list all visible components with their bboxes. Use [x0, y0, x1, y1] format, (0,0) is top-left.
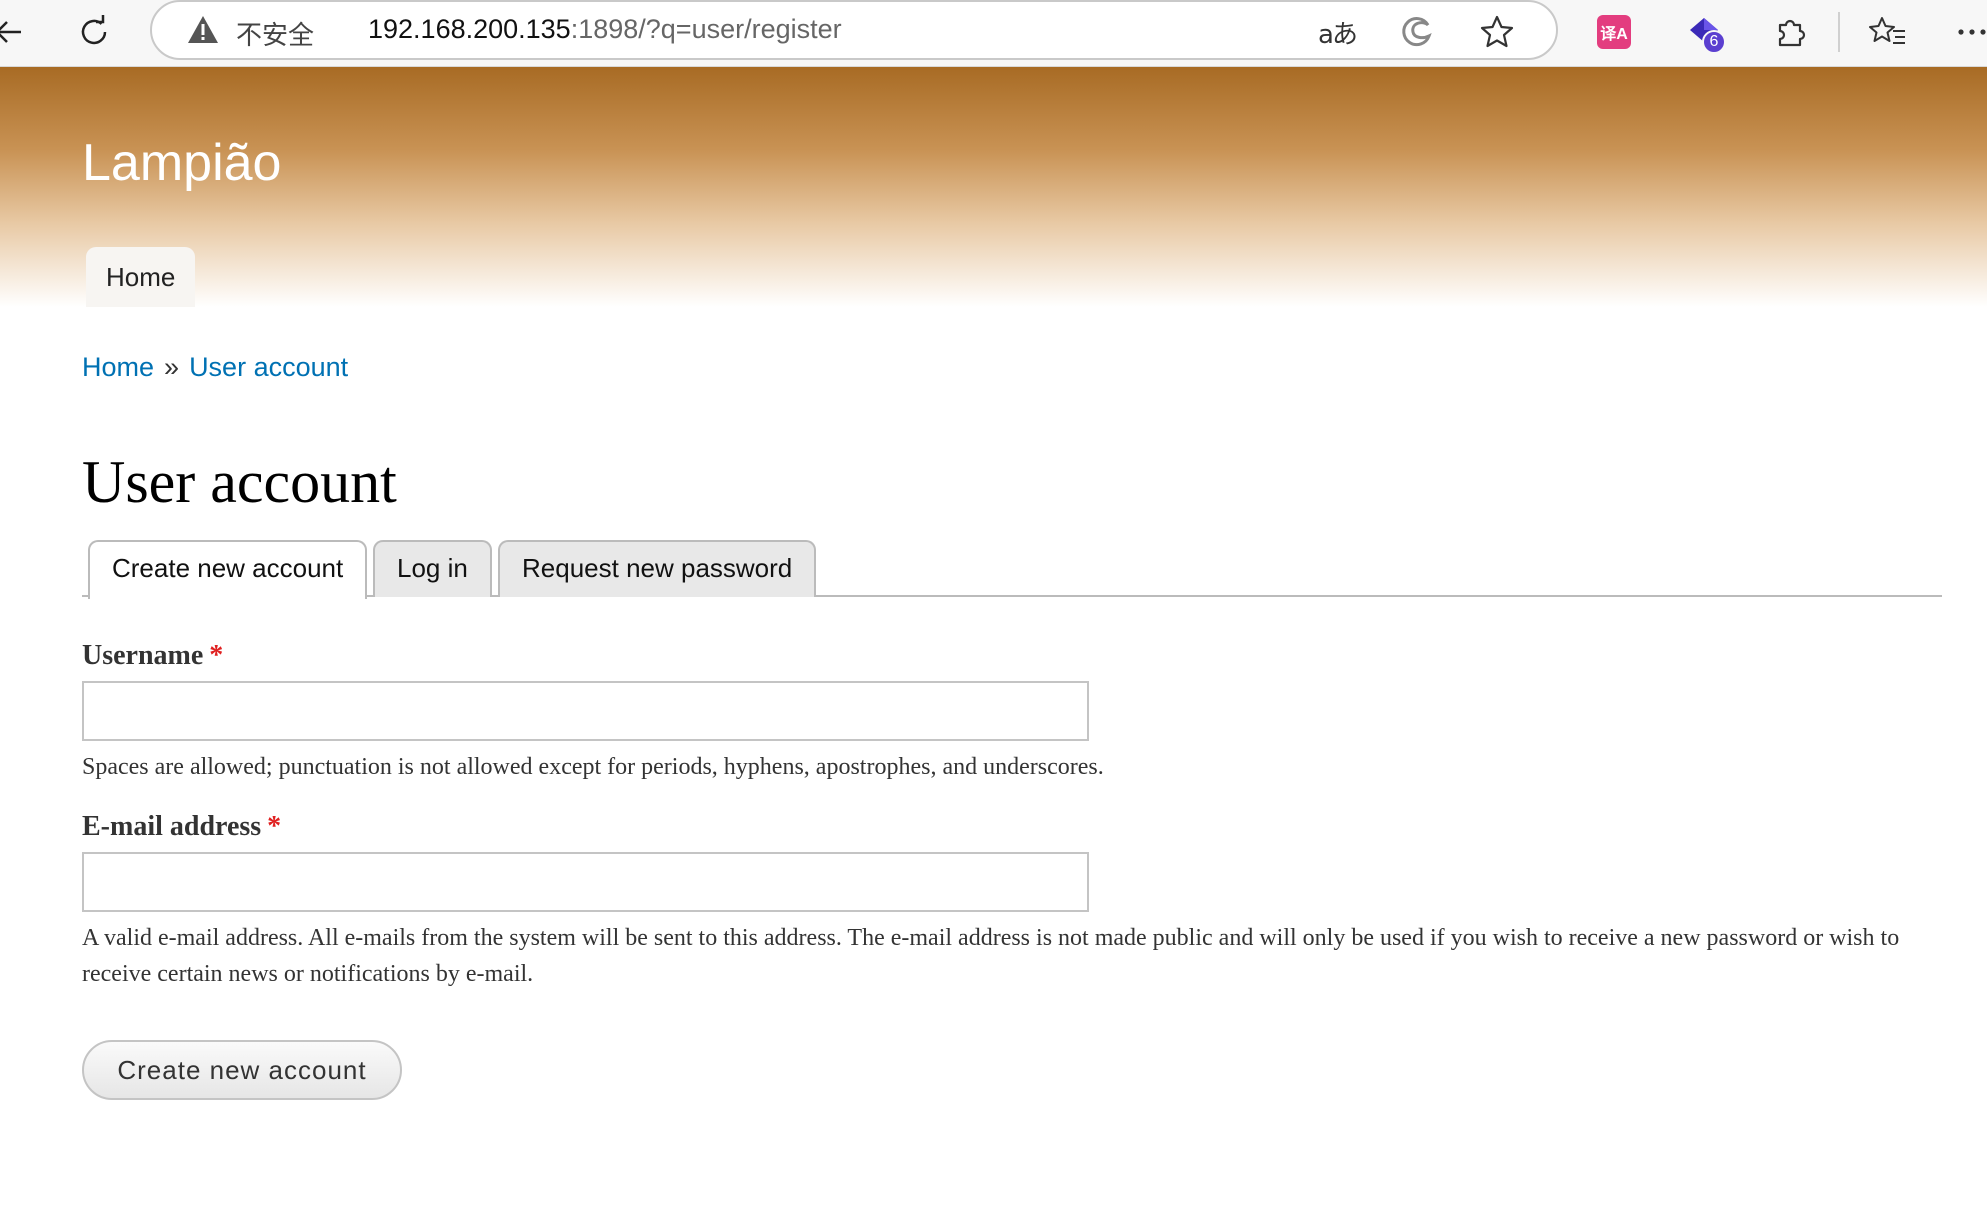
- email-description: A valid e-mail address. All e-mails from…: [82, 925, 1900, 987]
- translate-extension-icon: 译A: [1597, 15, 1631, 49]
- breadcrumb-separator: »: [164, 352, 180, 382]
- account-tabs: Create new account Log in Request new pa…: [82, 540, 1942, 599]
- favorites-icon[interactable]: [1862, 6, 1914, 58]
- tab-log-in[interactable]: Log in: [373, 540, 492, 597]
- page-title: User account: [82, 449, 397, 515]
- breadcrumb-user-account-link[interactable]: User account: [189, 352, 348, 382]
- username-description: Spaces are allowed; punctuation is not a…: [82, 754, 1104, 780]
- email-form-item: E-mail address * A valid e-mail address. …: [82, 811, 1942, 992]
- site-header: Lampião Home: [0, 67, 1987, 307]
- breadcrumb: Home » User account: [82, 352, 348, 383]
- extension-badge: 6: [1702, 30, 1726, 54]
- breadcrumb-home-link[interactable]: Home: [82, 352, 154, 382]
- browser-toolbar: 不安全 192.168.200.135:1898/?q=user/registe…: [0, 0, 1987, 67]
- star-icon[interactable]: [1475, 10, 1519, 54]
- extension-button[interactable]: 6: [1678, 6, 1730, 58]
- edge-icon[interactable]: [1395, 10, 1439, 54]
- reload-icon[interactable]: [68, 6, 120, 58]
- username-label: Username *: [82, 640, 224, 671]
- toolbar-divider: [1838, 12, 1840, 52]
- tab-request-new-password[interactable]: Request new password: [498, 540, 817, 597]
- puzzle-icon[interactable]: [1764, 6, 1816, 58]
- username-form-item: Username * Spaces are allowed; punctuatio…: [82, 640, 1942, 785]
- url-host: 192.168.200.135: [368, 14, 571, 44]
- translate-icon[interactable]: aあ: [1315, 10, 1359, 54]
- username-input[interactable]: [82, 681, 1089, 741]
- warning-icon[interactable]: [186, 14, 220, 51]
- create-new-account-button[interactable]: Create new account: [82, 1040, 402, 1100]
- menu-item-home[interactable]: Home: [86, 247, 196, 307]
- security-status[interactable]: 不安全: [236, 15, 314, 52]
- required-marker: *: [267, 811, 282, 842]
- main-menu: Home: [86, 247, 196, 307]
- required-marker: *: [209, 640, 224, 671]
- tab-create-new-account[interactable]: Create new account: [88, 540, 368, 599]
- email-label: E-mail address *: [82, 811, 282, 842]
- translate-extension-button[interactable]: 译A: [1588, 6, 1640, 58]
- url-text[interactable]: 192.168.200.135:1898/?q=user/register: [368, 14, 842, 45]
- more-icon[interactable]: [1946, 6, 1987, 58]
- back-arrow-icon[interactable]: [0, 6, 34, 58]
- address-bar[interactable]: 不安全 192.168.200.135:1898/?q=user/registe…: [150, 0, 1558, 60]
- email-input[interactable]: [82, 852, 1089, 912]
- site-name[interactable]: Lampião: [82, 133, 281, 193]
- url-path: :1898/?q=user/register: [570, 14, 842, 44]
